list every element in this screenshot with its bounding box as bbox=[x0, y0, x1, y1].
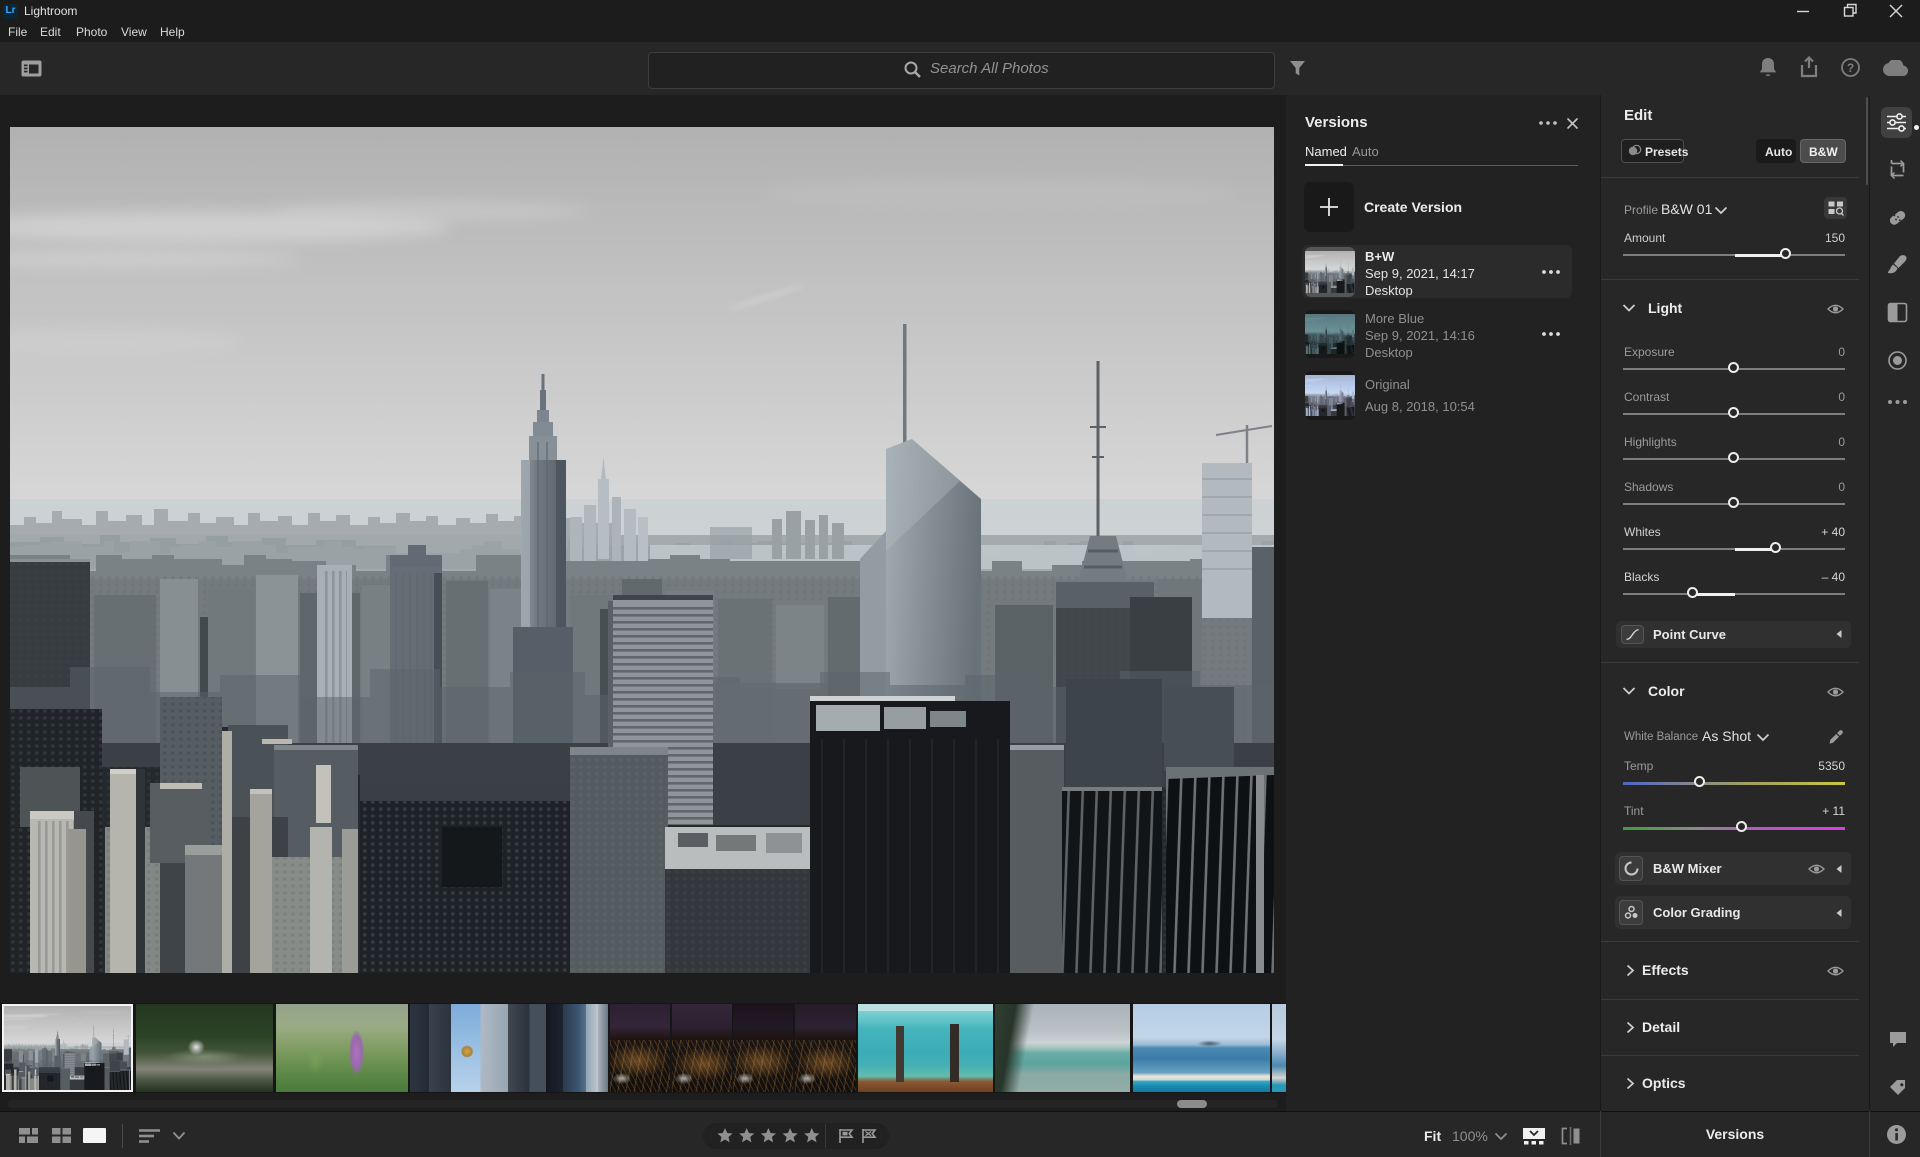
svg-text:?: ? bbox=[1847, 61, 1854, 75]
